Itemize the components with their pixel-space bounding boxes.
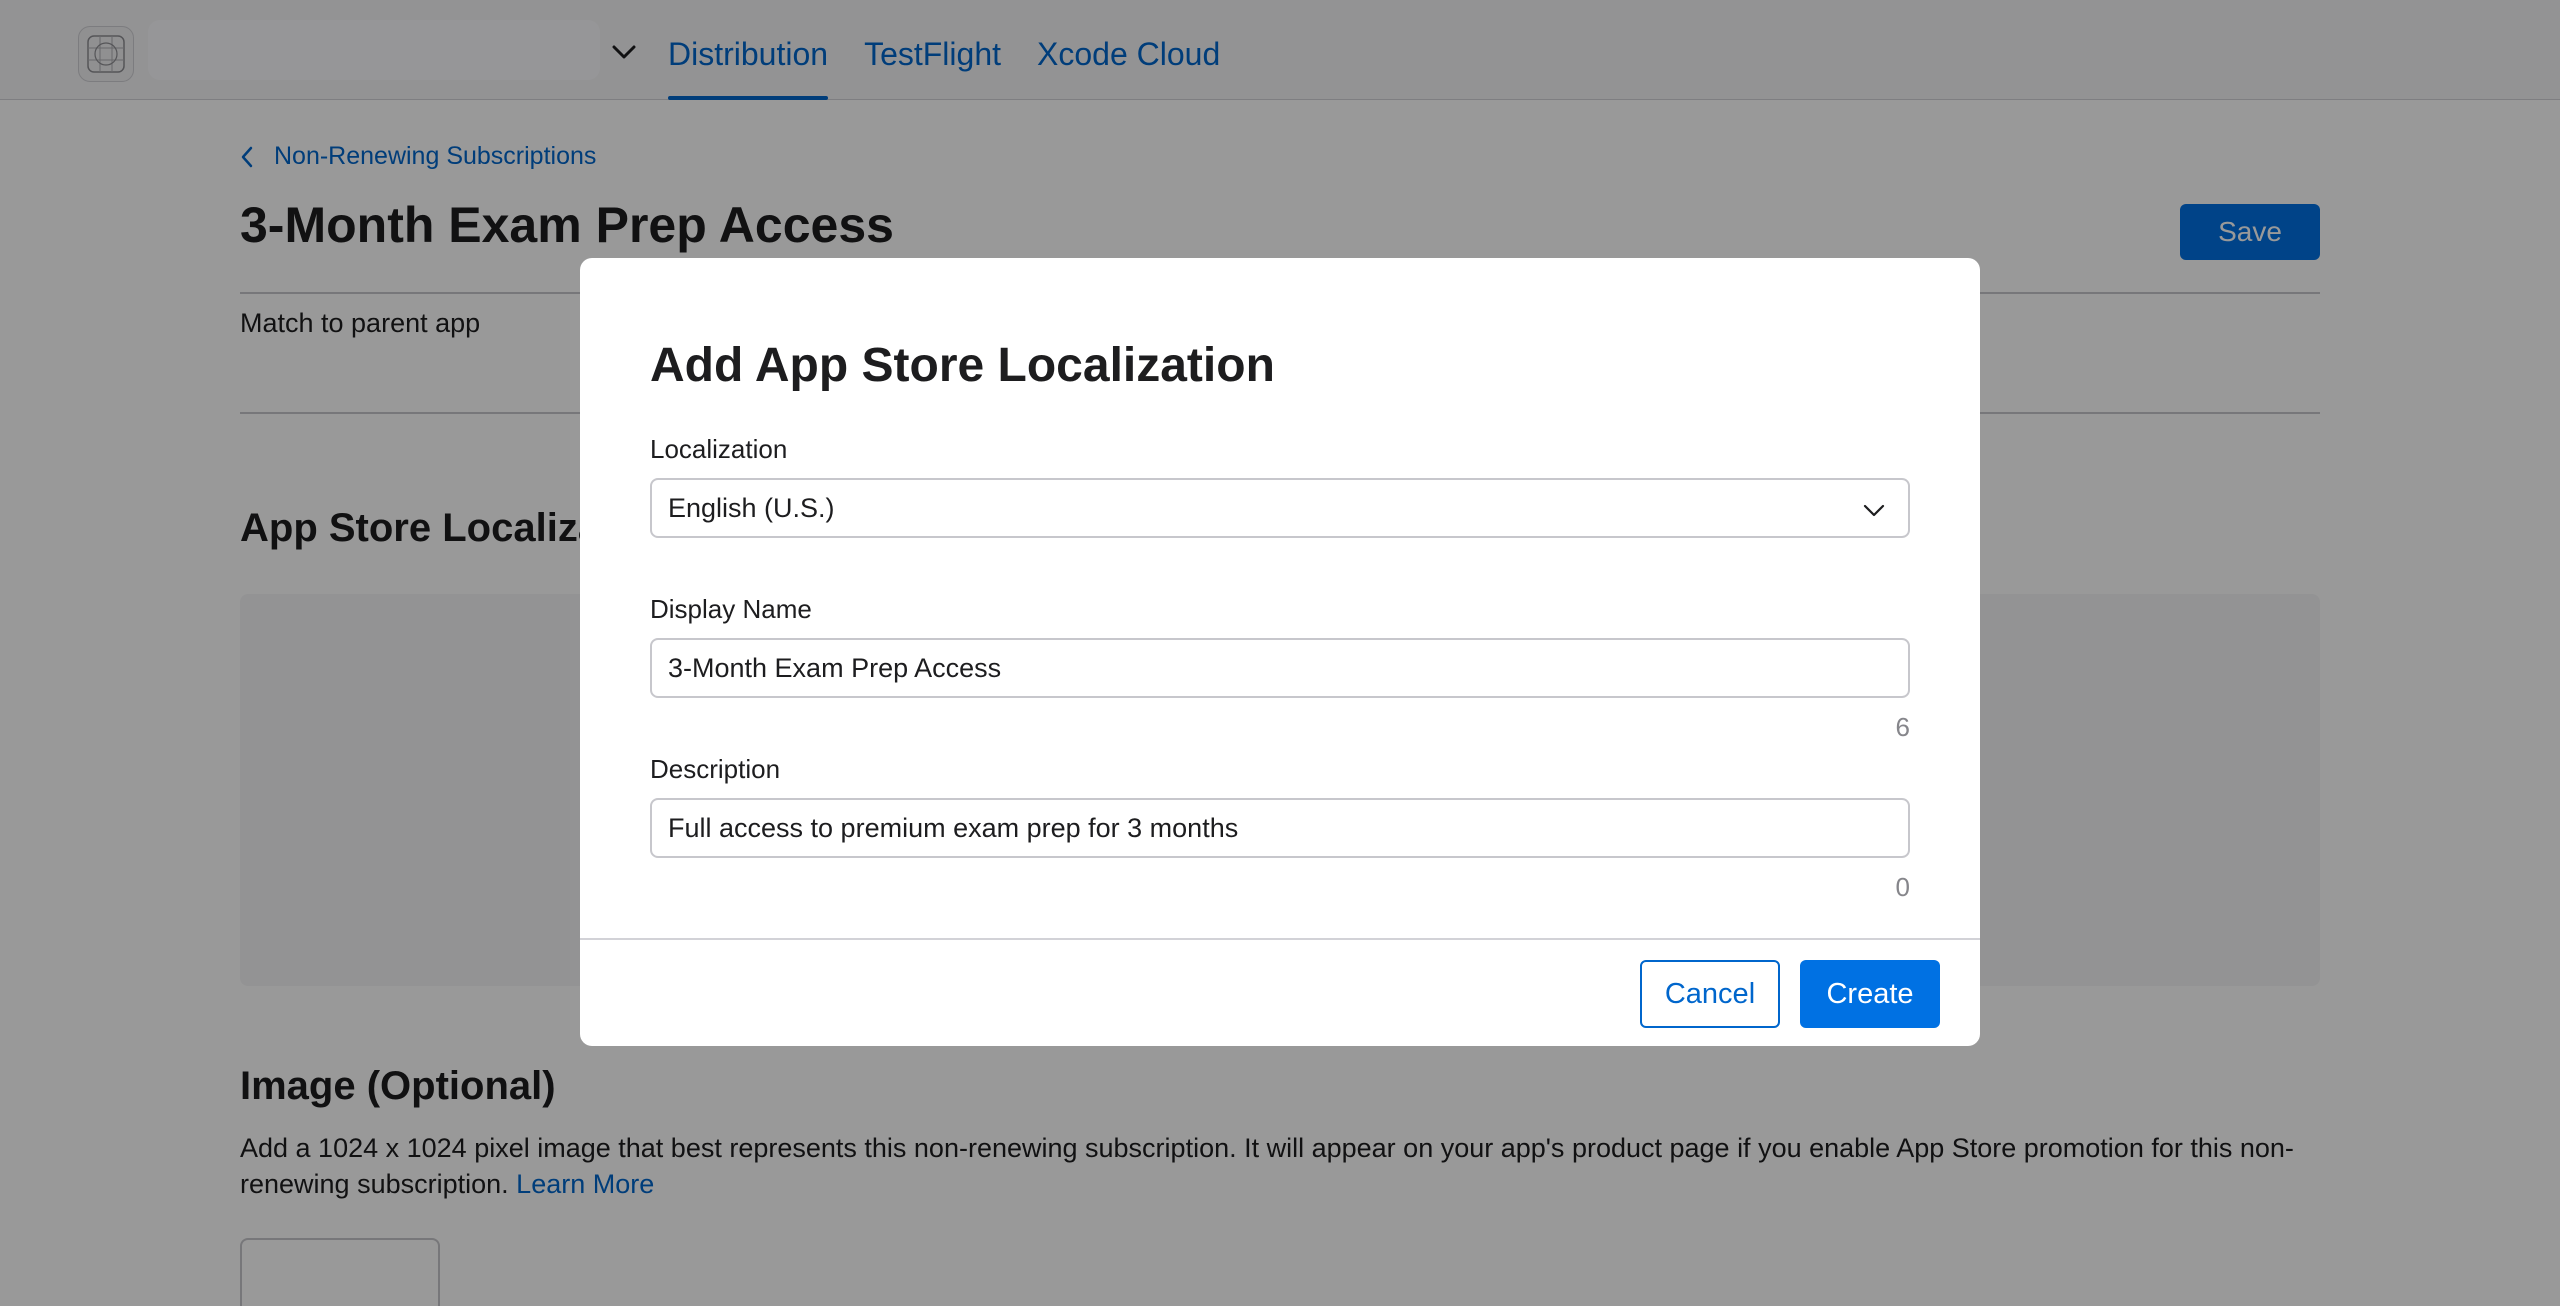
- description-counter: 0: [1895, 872, 1910, 902]
- display-name-label: Display Name: [650, 594, 812, 624]
- create-button[interactable]: Create: [1800, 960, 1940, 1028]
- description-label: Description: [650, 754, 781, 784]
- add-localization-dialog: Add App Store Localization Localization …: [580, 258, 1980, 1046]
- dialog-title: Add App Store Localization: [650, 339, 1275, 392]
- localization-select[interactable]: English (U.S.): [650, 478, 1910, 538]
- chevron-down-icon: [1863, 504, 1885, 517]
- display-name-field[interactable]: [650, 638, 1910, 698]
- display-name-counter: 6: [1895, 712, 1910, 742]
- localization-selected-value: English (U.S.): [668, 492, 835, 523]
- localization-label: Localization: [650, 434, 788, 464]
- cancel-button[interactable]: Cancel: [1640, 960, 1780, 1028]
- description-field[interactable]: [650, 798, 1910, 858]
- dialog-footer-divider: [580, 938, 1980, 940]
